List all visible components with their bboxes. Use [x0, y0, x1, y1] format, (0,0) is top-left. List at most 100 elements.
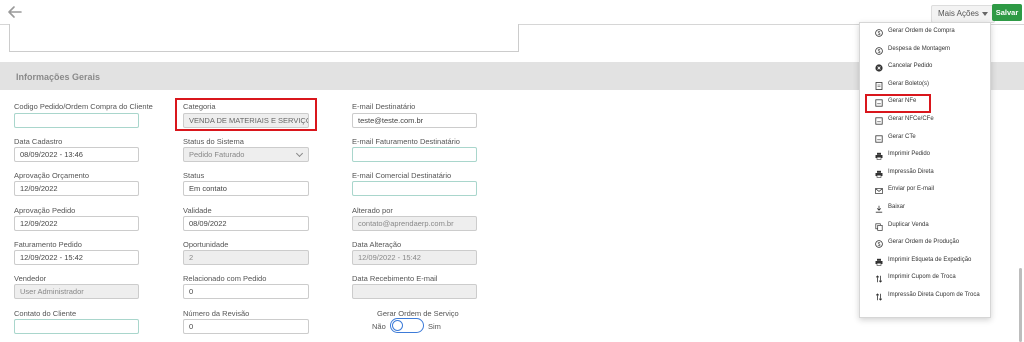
svg-text:$: $: [878, 242, 881, 248]
menu-item-imprimir-cupom-troca[interactable]: Imprimir Cupom de Troca: [860, 271, 990, 288]
printer-icon: [875, 152, 883, 160]
menu-item-label: Gerar NFCe/CFe: [888, 116, 934, 122]
menu-item-label: Despesa de Montagem: [888, 45, 951, 52]
caret-down-icon: [981, 11, 988, 16]
mais-acoes-button[interactable]: Mais Ações: [931, 5, 995, 23]
contato-cliente-label: Contato do Cliente: [14, 309, 77, 318]
mais-acoes-menu: $ Gerar Ordem de Compra $ Despesa de Mon…: [859, 22, 991, 318]
oportunidade-input[interactable]: 2: [183, 250, 309, 265]
alterado-por-label: Alterado por: [352, 206, 393, 215]
menu-item-label: Impressão Direta: [888, 168, 934, 175]
numero-revisao-input[interactable]: 0: [183, 319, 309, 334]
email-destinatario-label: E-mail Destinatário: [352, 102, 416, 111]
menu-item-label: Gerar Boleto(s): [888, 80, 930, 87]
data-recebimento-input[interactable]: [352, 284, 477, 299]
toggle-yes-label: Sim: [428, 322, 441, 331]
back-arrow-icon[interactable]: [6, 3, 24, 21]
status-sistema-value: Pedido Faturado: [189, 150, 245, 159]
email-faturamento-input[interactable]: [352, 147, 477, 162]
mais-acoes-label: Mais Ações: [938, 9, 979, 18]
menu-item-label: Impressão Direta Cupom de Troca: [888, 292, 980, 298]
menu-item-label: Gerar CTe: [888, 133, 916, 140]
svg-text:$: $: [878, 48, 881, 54]
categoria-input[interactable]: VENDA DE MATERIAIS E SERVIÇOS: [183, 113, 309, 128]
menu-item-label: Imprimir Cupom de Troca: [888, 274, 956, 281]
menu-item-label: Gerar Ordem de Produção: [888, 239, 960, 246]
relacionado-pedido-label: Relacionado com Pedido: [183, 274, 267, 283]
gerar-os-toggle[interactable]: [390, 318, 424, 333]
document-icon: [875, 81, 883, 90]
chevron-down-icon: [295, 149, 304, 158]
menu-item-gerar-boletos[interactable]: Gerar Boleto(s): [860, 78, 990, 95]
swap-arrows-icon: [875, 275, 883, 283]
copy-icon: [875, 223, 883, 231]
data-alteracao-label: Data Alteração: [352, 240, 402, 249]
swap-arrows-icon: [875, 293, 883, 301]
data-cadastro-label: Data Cadastro: [14, 137, 63, 146]
toggle-no-label: Não: [372, 322, 386, 331]
data-recebimento-label: Data Recebimento E-mail: [352, 274, 438, 283]
dollar-circle-icon: $: [875, 240, 883, 248]
menu-item-label: Duplicar Venda: [888, 221, 929, 228]
observations-textarea[interactable]: [9, 24, 519, 52]
validade-input[interactable]: 08/09/2022: [183, 216, 309, 231]
toggle-knob: [392, 320, 403, 331]
codigo-pedido-input[interactable]: [14, 113, 139, 128]
x-circle-icon: [875, 64, 883, 72]
menu-item-duplicar-venda[interactable]: Duplicar Venda: [860, 219, 990, 236]
contato-cliente-input[interactable]: [14, 319, 139, 334]
menu-item-label: Imprimir Etiqueta de Expedição: [888, 256, 972, 263]
status-input[interactable]: Em contato: [183, 181, 309, 196]
alterado-por-input[interactable]: contato@aprendaerp.com.br: [352, 216, 477, 231]
relacionado-pedido-input[interactable]: 0: [183, 284, 309, 299]
aprovacao-orcamento-input[interactable]: 12/09/2022: [14, 181, 139, 196]
vendedor-input[interactable]: User Administrador: [14, 284, 139, 299]
aprovacao-orcamento-label: Aprovação Orçamento: [14, 171, 90, 180]
menu-item-impressao-direta[interactable]: Impressão Direta: [860, 166, 990, 183]
printer-icon: [875, 258, 883, 266]
menu-item-label: Imprimir Pedido: [888, 151, 931, 158]
data-cadastro-input[interactable]: 08/09/2022 - 13:46: [14, 147, 139, 162]
envelope-icon: [875, 187, 883, 195]
menu-item-gerar-cte[interactable]: Gerar CTe: [860, 131, 990, 148]
section-title: Informações Gerais: [16, 72, 101, 82]
menu-item-imprimir-pedido[interactable]: Imprimir Pedido: [860, 148, 990, 165]
categoria-label: Categoria: [183, 102, 216, 111]
menu-item-gerar-nfe[interactable]: Gerar NFe: [860, 95, 990, 112]
email-comercial-input[interactable]: [352, 181, 477, 196]
document-xml-icon: [875, 99, 883, 107]
dollar-circle-icon: $: [875, 29, 883, 37]
printer-icon: [875, 170, 883, 178]
faturamento-pedido-label: Faturamento Pedido: [14, 240, 82, 249]
menu-item-label: Gerar Ordem de Compra: [888, 28, 955, 34]
menu-item-label: Baixar: [888, 204, 906, 210]
menu-item-gerar-ordem-compra[interactable]: $ Gerar Ordem de Compra: [860, 25, 990, 42]
menu-item-cancelar-pedido[interactable]: Cancelar Pedido: [860, 60, 990, 77]
vendedor-label: Vendedor: [14, 274, 47, 283]
data-alteracao-input[interactable]: 12/09/2022 - 15:42: [352, 250, 477, 265]
svg-text:$: $: [878, 31, 881, 37]
aprovacao-pedido-input[interactable]: 12/09/2022: [14, 216, 139, 231]
status-sistema-select[interactable]: Pedido Faturado: [183, 147, 309, 162]
document-xml-icon: [875, 117, 883, 125]
aprovacao-pedido-label: Aprovação Pedido: [14, 206, 76, 215]
status-sistema-label: Status do Sistema: [183, 137, 244, 146]
dollar-circle-icon: $: [875, 46, 883, 55]
menu-item-enviar-email[interactable]: Enviar por E-mail: [860, 183, 990, 200]
numero-revisao-label: Número da Revisão: [183, 309, 250, 318]
menu-item-baixar[interactable]: Baixar: [860, 201, 990, 218]
menu-item-label: Enviar por E-mail: [888, 186, 935, 193]
menu-item-gerar-ordem-producao[interactable]: $ Gerar Ordem de Produção: [860, 236, 990, 253]
menu-item-impressao-direta-cupom[interactable]: Impressão Direta Cupom de Troca: [860, 289, 990, 306]
menu-item-gerar-nfce[interactable]: Gerar NFCe/CFe: [860, 113, 990, 130]
email-destinatario-input[interactable]: teste@teste.com.br: [352, 113, 477, 128]
menu-item-despesa-montagem[interactable]: $ Despesa de Montagem: [860, 43, 990, 60]
download-icon: [875, 205, 883, 213]
oportunidade-label: Oportunidade: [183, 240, 229, 249]
document-xml-icon: [875, 134, 883, 143]
faturamento-pedido-input[interactable]: 12/09/2022 - 15:42: [14, 250, 139, 265]
validade-label: Validade: [183, 206, 212, 215]
menu-item-imprimir-etiqueta[interactable]: Imprimir Etiqueta de Expedição: [860, 254, 990, 271]
salvar-button[interactable]: Salvar: [992, 4, 1022, 21]
scrollbar-thumb[interactable]: [1019, 268, 1022, 342]
